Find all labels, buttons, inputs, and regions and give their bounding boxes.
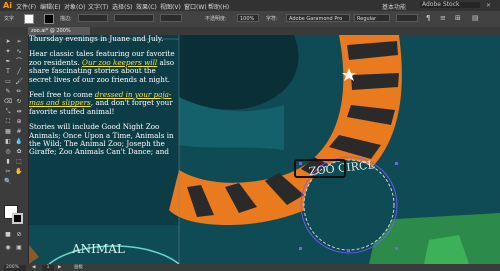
symbol-sprayer-tool-icon[interactable]: ✿	[14, 147, 24, 156]
menu-object[interactable]: 对象(O)	[64, 2, 85, 11]
menu-bar: Ai 文件(F) 编辑(E) 对象(O) 文字(T) 选择(S) 效果(C) 视…	[0, 0, 500, 11]
menu-help[interactable]: 帮助(H)	[208, 2, 229, 11]
curvature-tool-icon[interactable]: ⌒	[14, 57, 24, 66]
paragraph-3: Stories will include Good Night Zoo Anim…	[29, 122, 174, 157]
selection-tool-icon[interactable]: ➤	[3, 37, 13, 46]
rectangle-tool-icon[interactable]: ▭	[3, 77, 13, 86]
selection-handle	[395, 247, 398, 250]
stroke-swatch[interactable]	[44, 14, 54, 24]
type-tool-icon[interactable]: T	[3, 67, 13, 76]
document-tab[interactable]: zoo.ai* @ 200% (CMYK/预览)	[28, 27, 90, 42]
font-size-field[interactable]	[396, 14, 418, 22]
app-logo: Ai	[3, 1, 12, 10]
lasso-tool-icon[interactable]: ∿	[14, 47, 24, 56]
align-icon[interactable]: ≡	[440, 14, 446, 22]
window-close-icon[interactable]: ✕	[486, 2, 491, 9]
eraser-tool-icon[interactable]: ⌫	[3, 97, 13, 106]
slice-tool-icon[interactable]: ✂	[3, 167, 13, 176]
paragraph-2: Feel free to come dressed in your paja- …	[29, 90, 179, 116]
control-bar: 文字 描边: 不透明度: 100% 字符: Adobe Garamond Pro…	[0, 11, 500, 28]
stroke-weight-dropdown[interactable]	[78, 14, 108, 22]
magic-wand-tool-icon[interactable]: ✦	[3, 47, 13, 56]
zoom-tool-icon[interactable]: 🔍	[3, 177, 13, 186]
direct-selection-tool-icon[interactable]: ➢	[14, 37, 24, 46]
menu-select[interactable]: 选择(S)	[112, 2, 133, 11]
draw-mode-icon[interactable]: ◉	[3, 243, 13, 252]
font-family-dropdown[interactable]: Adobe Garamond Pro	[286, 14, 350, 22]
transform-icon[interactable]: ⊞	[455, 14, 461, 22]
selection-type-label: 文字	[4, 16, 15, 22]
paragraph-0: Thursday evenings in Juane and July.	[29, 35, 164, 43]
selection-handle	[347, 249, 350, 252]
shaper-tool-icon[interactable]: ✎	[3, 87, 13, 96]
pencil-tool-icon[interactable]: ✏	[14, 87, 24, 96]
hand-tool-icon[interactable]: ✋	[14, 167, 24, 176]
fill-swatch[interactable]	[24, 14, 34, 24]
document-tab-bar: zoo.ai* @ 200% (CMYK/预览)	[0, 27, 500, 42]
screen-mode-icon[interactable]: ▣	[14, 243, 24, 252]
mesh-tool-icon[interactable]: #	[14, 127, 24, 136]
line-tool-icon[interactable]: ╱	[14, 67, 24, 76]
shape-builder-tool-icon[interactable]: ⊕	[14, 117, 24, 126]
eyedropper-tool-icon[interactable]: 💧	[14, 137, 24, 146]
none-color-icon[interactable]: ⊘	[14, 230, 24, 239]
blend-tool-icon[interactable]: ◎	[3, 147, 13, 156]
width-tool-icon[interactable]: ⇹	[14, 107, 24, 116]
perspective-grid-tool-icon[interactable]: ▦	[3, 127, 13, 136]
paragraph-icon[interactable]: ¶	[426, 14, 430, 22]
scale-tool-icon[interactable]: ⤡	[3, 107, 13, 116]
selection-handle	[395, 162, 398, 165]
opacity-label: 不透明度:	[205, 16, 227, 22]
opacity-field[interactable]: 100%	[237, 14, 259, 22]
paragraph-1: Hear classic tales featuring our favorit…	[29, 50, 179, 84]
menu-file[interactable]: 文件(F)	[16, 2, 36, 11]
pen-tool-icon[interactable]: ✒	[3, 57, 13, 66]
artboard-number-field[interactable]: 1	[42, 264, 54, 271]
selection-handle	[299, 162, 302, 165]
char-label: 字符:	[266, 16, 278, 22]
workspace-switcher[interactable]: 基本功能	[382, 2, 406, 11]
article-text-frame[interactable]: Thursday evenings in Juane and July. Hea…	[29, 35, 179, 164]
gradient-tool-icon[interactable]: ◧	[3, 137, 13, 146]
stroke-label: 描边:	[60, 16, 72, 22]
zoom-level-field[interactable]: 200%	[4, 264, 26, 271]
font-style-dropdown[interactable]: Regular	[354, 14, 390, 22]
tools-panel: ➤ ➢ ✦ ∿ ✒ ⌒ T ╱ ▭ 🖌 ✎ ✏ ⌫ ↻ ⤡ ⇹ ⛶ ⊕ ▦ # …	[0, 35, 29, 264]
canvas[interactable]: ZOO CIRCL ANIMAL Thursday evenings in Ju…	[29, 35, 500, 264]
banner-text: ANIMAL	[71, 242, 125, 256]
variable-width-dropdown[interactable]	[114, 14, 154, 22]
menu-window[interactable]: 窗口(W)	[184, 2, 207, 11]
arrange-icon[interactable]: ▤	[472, 14, 479, 22]
brush-dropdown[interactable]	[160, 14, 182, 22]
next-artboard-icon[interactable]: ▶	[58, 264, 61, 271]
menu-effect[interactable]: 效果(C)	[136, 2, 157, 11]
menu-view[interactable]: 视图(V)	[160, 2, 181, 11]
stock-search-input[interactable]: Adobe Stock	[420, 2, 480, 8]
stroke-color-box[interactable]	[12, 213, 23, 224]
rotate-tool-icon[interactable]: ↻	[14, 97, 24, 106]
artboard-tool-icon[interactable]: ⬚	[14, 157, 24, 166]
prev-artboard-icon[interactable]: ◀	[32, 264, 35, 271]
selection-handle	[299, 247, 302, 250]
status-bar: 200% ◀ 1 ▶ 画板	[0, 264, 500, 271]
menu-type[interactable]: 文字(T)	[88, 2, 108, 11]
free-transform-tool-icon[interactable]: ⛶	[3, 117, 13, 126]
paintbrush-tool-icon[interactable]: 🖌	[14, 77, 24, 86]
color-mode-icon[interactable]: ■	[3, 230, 13, 239]
column-graph-tool-icon[interactable]: ▮	[3, 157, 13, 166]
status-label: 画板	[74, 265, 83, 270]
menu-edit[interactable]: 编辑(E)	[40, 2, 60, 11]
